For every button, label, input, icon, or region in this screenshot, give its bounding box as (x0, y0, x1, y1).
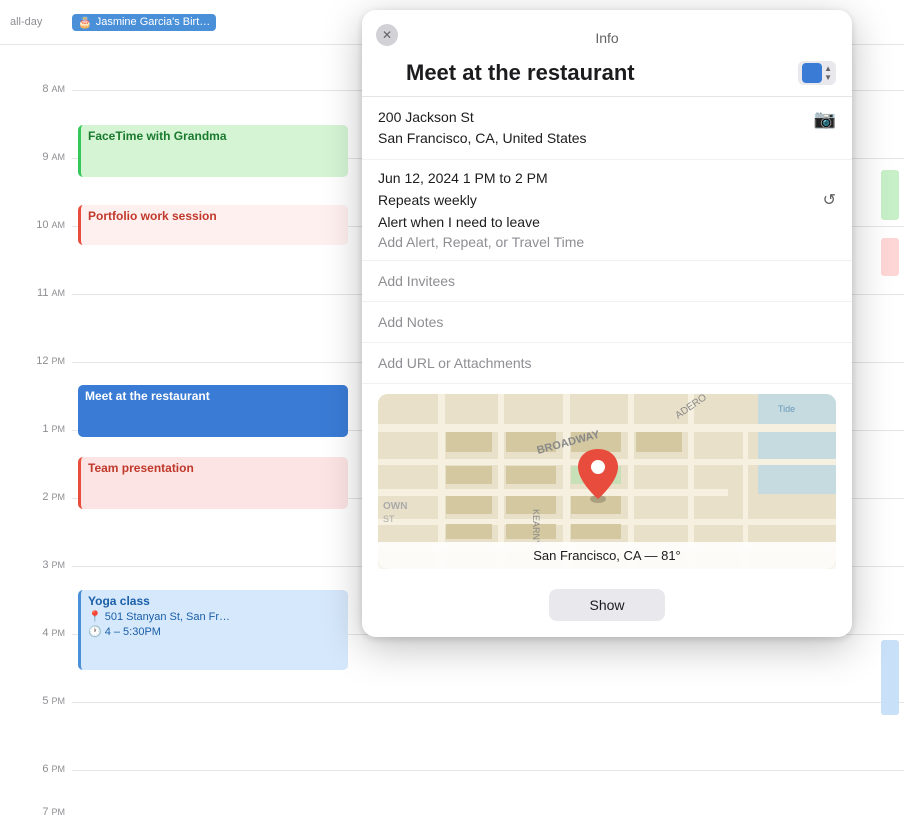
popup-info-label: Info (362, 20, 852, 46)
show-button-row: Show (362, 579, 852, 637)
time-column: 8 AM 9 AM 10 AM 11 AM 12 PM 1 PM 2 PM 3 … (0, 0, 72, 834)
yoga-event[interactable]: Yoga class 📍 501 Stanyan St, San Fr… 🕐 4… (78, 590, 348, 670)
right-event-2 (881, 238, 899, 276)
time-4pm: 4 PM (0, 627, 65, 639)
svg-text:KEARNY: KEARNY (531, 509, 541, 546)
right-event-1 (881, 170, 899, 220)
team-event[interactable]: Team presentation (78, 457, 348, 509)
hour-line-6 (72, 770, 904, 771)
add-url-row[interactable]: Add URL or Attachments (362, 343, 852, 384)
stepper-down-icon[interactable]: ▼ (824, 74, 832, 82)
time-9am: 9 AM (0, 151, 65, 163)
repeat-icon[interactable]: ↺ (823, 190, 836, 210)
color-swatch (802, 63, 822, 83)
restaurant-event[interactable]: Meet at the restaurant (78, 385, 348, 437)
add-invitees-text: Add Invitees (378, 273, 836, 289)
time-2pm: 2 PM (0, 491, 65, 503)
alert-text: Alert when I need to leave (378, 214, 836, 230)
popup-title-row: Meet at the restaurant ▲ ▼ (362, 46, 852, 97)
time-10am: 10 AM (0, 219, 65, 231)
yoga-time-detail: 🕐 4 – 5:30PM (88, 625, 341, 638)
popup-title: Meet at the restaurant (406, 60, 635, 86)
datetime-text: Jun 12, 2024 1 PM to 2 PM (378, 170, 836, 186)
clock-icon: 🕐 (88, 625, 102, 638)
stepper-arrows[interactable]: ▲ ▼ (824, 65, 832, 82)
hour-line-5 (72, 702, 904, 703)
portfolio-event[interactable]: Portfolio work session (78, 205, 348, 245)
svg-text:OWN: OWN (383, 501, 407, 512)
camera-icon[interactable]: 📷 (814, 109, 836, 130)
facetime-event[interactable]: FaceTime with Grandma (78, 125, 348, 177)
repeats-text: Repeats weekly (378, 192, 477, 208)
info-popup: ✕ Info Meet at the restaurant ▲ ▼ 200 Ja… (362, 10, 852, 637)
add-more-text[interactable]: Add Alert, Repeat, or Travel Time (378, 234, 836, 250)
add-notes-text: Add Notes (378, 314, 836, 330)
svg-text:ST: ST (383, 514, 395, 524)
time-11am: 11 AM (0, 287, 65, 299)
show-button[interactable]: Show (549, 589, 664, 621)
right-event-3 (881, 640, 899, 715)
add-url-text: Add URL or Attachments (378, 355, 836, 371)
location-row: 200 Jackson St San Francisco, CA, United… (362, 97, 852, 160)
time-6pm: 6 PM (0, 763, 65, 775)
datetime-row: Jun 12, 2024 1 PM to 2 PM Repeats weekly… (362, 160, 852, 261)
time-7pm: 7 PM (0, 806, 65, 818)
time-8am: 8 AM (0, 83, 65, 95)
stepper-up-icon[interactable]: ▲ (824, 65, 832, 73)
time-3pm: 3 PM (0, 559, 65, 571)
location-icon: 📍 (88, 610, 102, 623)
add-notes-row[interactable]: Add Notes (362, 302, 852, 343)
time-1pm: 1 PM (0, 423, 65, 435)
location-text: 200 Jackson St San Francisco, CA, United… (378, 107, 587, 149)
add-invitees-row[interactable]: Add Invitees (362, 261, 852, 302)
yoga-address-detail: 📍 501 Stanyan St, San Fr… (88, 610, 341, 623)
close-button[interactable]: ✕ (376, 24, 398, 46)
allday-event[interactable]: 🎂 Jasmine Garcia's Birt… (72, 14, 216, 31)
time-5pm: 5 PM (0, 695, 65, 707)
time-12pm: 12 PM (0, 355, 65, 367)
map-container[interactable]: BROADWAY KEARNY OWN ST ADERO Tide San Fr… (378, 394, 836, 569)
repeats-row: Repeats weekly ↺ (378, 190, 836, 210)
birthday-icon: 🎂 (78, 16, 92, 29)
svg-text:Tide: Tide (778, 404, 795, 414)
map-label: San Francisco, CA — 81° (378, 542, 836, 569)
color-picker[interactable]: ▲ ▼ (798, 61, 836, 85)
